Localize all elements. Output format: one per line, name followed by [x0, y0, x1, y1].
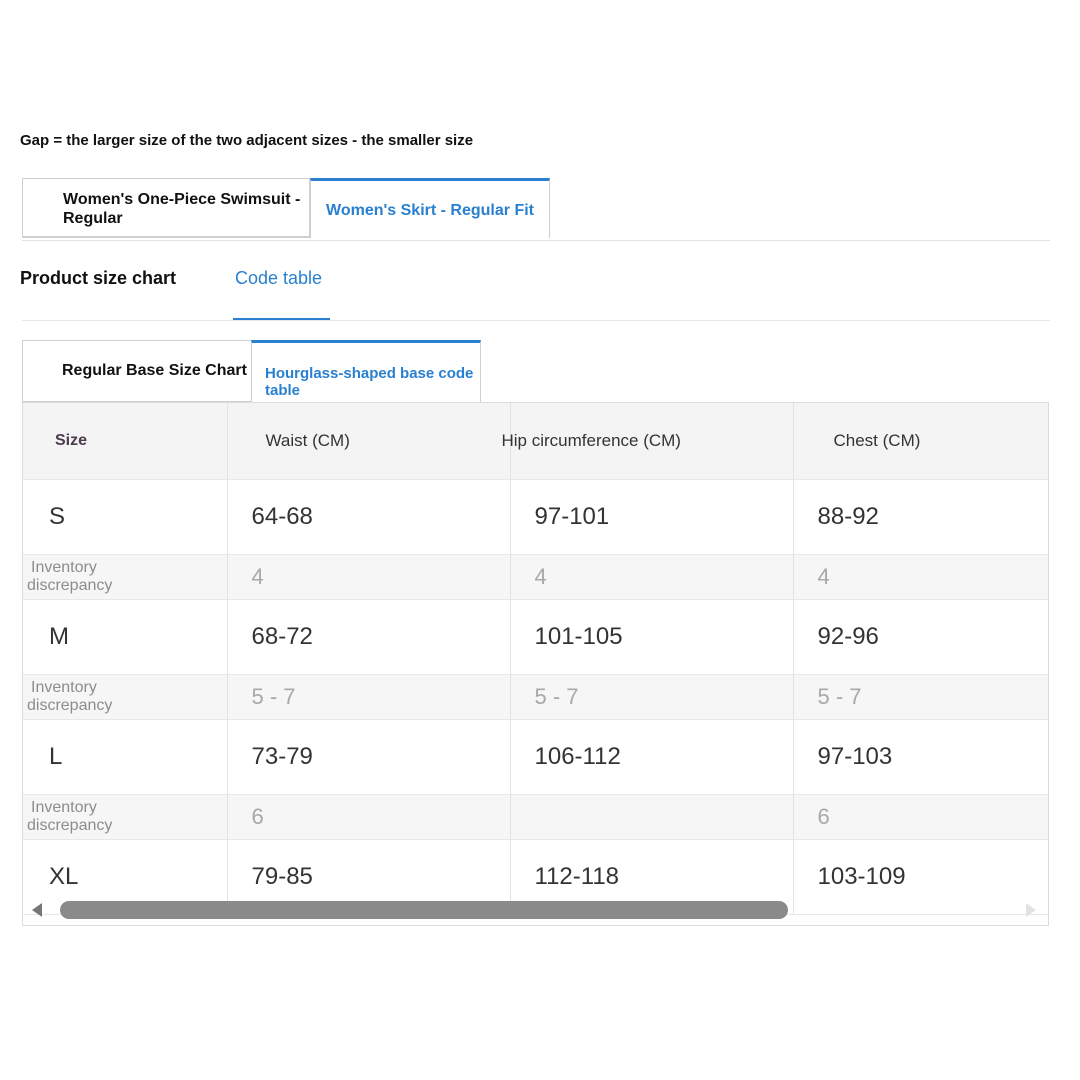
header-size: Size: [23, 403, 228, 480]
scrollbar-track[interactable]: [58, 901, 1018, 919]
tab-womens-skirt-regular-fit[interactable]: Women's Skirt - Regular Fit: [310, 178, 550, 238]
table-row: Inventory discrepancy 4 4 4: [23, 554, 1048, 600]
size-cell: L: [23, 719, 228, 795]
tab-product-size-chart[interactable]: Product size chart: [20, 268, 176, 289]
gap-label-cell: Inventory discrepancy: [23, 674, 228, 720]
waist-gap-cell: 4: [227, 554, 511, 600]
table-row: L 73-79 106-112 97-103: [23, 719, 1048, 795]
chest-gap-cell: 5 - 7: [793, 674, 1048, 720]
scrollbar-thumb[interactable]: [60, 901, 788, 919]
chest-gap-cell: 6: [793, 794, 1048, 840]
waist-cell: 64-68: [227, 479, 511, 555]
gap-explanation-note: Gap = the larger size of the two adjacen…: [20, 132, 474, 149]
hip-cell: 97-101: [510, 479, 794, 555]
hip-cell: 106-112: [510, 719, 794, 795]
table-row: S 64-68 97-101 88-92: [23, 479, 1048, 555]
gap-label-cell: Inventory discrepancy: [23, 554, 228, 600]
hip-cell: 101-105: [510, 599, 794, 675]
chest-cell: 97-103: [793, 719, 1048, 795]
table-header-row: Size Waist (CM) Hip circumference (CM) C…: [23, 403, 1048, 480]
table-row: Inventory discrepancy 5 - 7 5 - 7 5 - 7: [23, 674, 1048, 720]
tab-hourglass-base-code-table[interactable]: Hourglass-shaped base code table: [251, 340, 481, 402]
product-tabs: Women's One-Piece Swimsuit - Regular Wom…: [22, 178, 1050, 241]
scroll-left-arrow-icon[interactable]: [32, 903, 42, 917]
gap-label-cell: Inventory discrepancy: [23, 794, 228, 840]
hip-gap-cell: 5 - 7: [510, 674, 794, 720]
tab-regular-base-size-chart[interactable]: Regular Base Size Chart: [22, 340, 252, 402]
chest-cell: 88-92: [793, 479, 1048, 555]
table-row: M 68-72 101-105 92-96: [23, 599, 1048, 675]
waist-cell: 68-72: [227, 599, 511, 675]
active-tab-indicator: [233, 318, 330, 320]
hip-gap-cell: [510, 794, 794, 840]
waist-cell: 73-79: [227, 719, 511, 795]
waist-gap-cell: 5 - 7: [227, 674, 511, 720]
header-hip: Hip circumference (CM): [502, 403, 794, 480]
size-table-container: Size Waist (CM) Hip circumference (CM) C…: [22, 402, 1049, 926]
waist-gap-cell: 6: [227, 794, 511, 840]
section-tabs: Product size chart Code table: [20, 256, 1050, 321]
size-cell: M: [23, 599, 228, 675]
scroll-right-arrow-icon[interactable]: [1026, 903, 1036, 917]
size-cell: S: [23, 479, 228, 555]
tab-code-table[interactable]: Code table: [235, 268, 322, 289]
chart-tabs: Regular Base Size Chart Hourglass-shaped…: [22, 340, 1050, 402]
chest-gap-cell: 4: [793, 554, 1048, 600]
header-chest: Chest (CM): [793, 403, 1048, 480]
table-row: Inventory discrepancy 6 6: [23, 794, 1048, 840]
header-waist: Waist (CM): [227, 403, 511, 480]
tab-womens-one-piece-swimsuit[interactable]: Women's One-Piece Swimsuit - Regular: [22, 178, 310, 238]
hip-gap-cell: 4: [510, 554, 794, 600]
size-table: Size Waist (CM) Hip circumference (CM) C…: [23, 403, 1048, 915]
chest-cell: 92-96: [793, 599, 1048, 675]
horizontal-scrollbar[interactable]: [22, 898, 1049, 924]
